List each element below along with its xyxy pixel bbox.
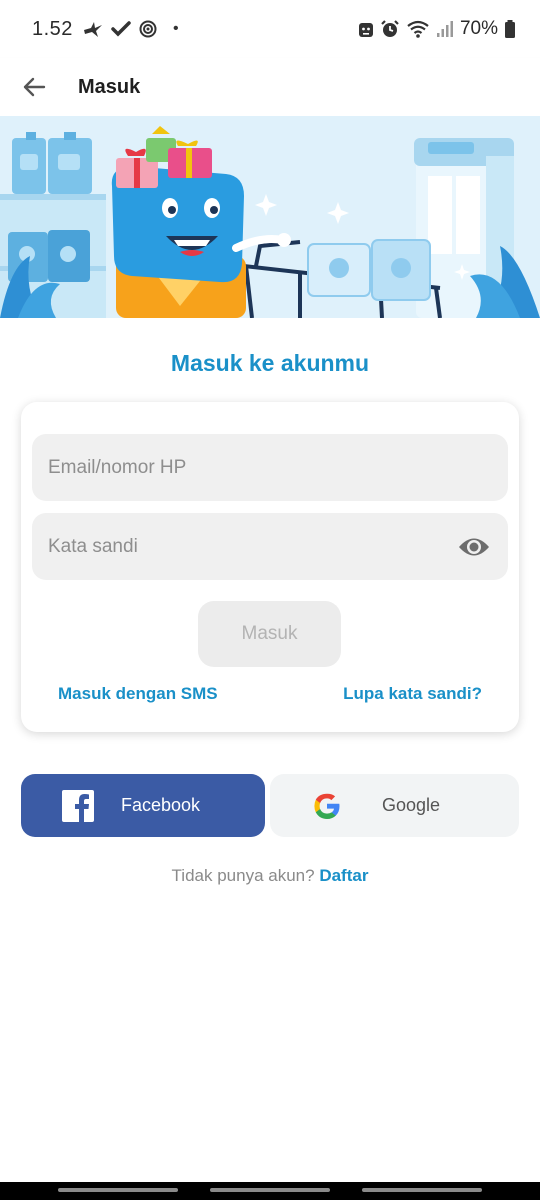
google-label: Google [382, 795, 441, 815]
facebook-icon [62, 789, 94, 822]
google-login-button[interactable]: Google [270, 774, 519, 837]
check-icon [111, 21, 131, 37]
status-time: 1.52 [32, 17, 73, 40]
android-icon [358, 23, 373, 37]
password-field-container [32, 513, 508, 580]
email-field-container [32, 434, 508, 501]
status-dot: • [172, 20, 179, 37]
alarm-icon [381, 20, 399, 37]
page-title: Masuk [78, 75, 141, 98]
login-heading: Masuk ke akunmu [170, 350, 370, 376]
facebook-label: Facebook [121, 795, 201, 815]
forgot-password-link[interactable]: Lupa kata sandi? [343, 684, 482, 704]
password-field[interactable] [48, 535, 456, 558]
login-card: Masuk Masuk dengan SMS Lupa kata sandi? [21, 402, 519, 732]
google-icon [311, 790, 343, 822]
register-link[interactable]: Daftar [319, 866, 368, 885]
status-bar: 1.52 • 70% [0, 0, 540, 58]
nav-home-handle[interactable] [210, 1188, 330, 1192]
nav-recents-handle[interactable] [58, 1188, 178, 1192]
status-system-icons: 70% [358, 18, 516, 40]
status-notification-icons: • [83, 20, 179, 38]
battery-percentage: 70% [459, 18, 498, 39]
app-bar: Masuk [0, 58, 540, 116]
arrow-left-icon [23, 77, 46, 97]
system-navigation-bar [0, 1182, 540, 1200]
bird-icon [83, 22, 102, 37]
register-prompt-text: Tidak punya akun? [171, 866, 315, 885]
login-banner-illustration [0, 116, 540, 318]
show-password-button[interactable] [456, 529, 492, 565]
target-icon [139, 20, 157, 38]
wifi-icon [407, 20, 429, 38]
battery-icon [505, 20, 515, 38]
login-with-sms-link[interactable]: Masuk dengan SMS [58, 684, 218, 704]
eye-icon [459, 538, 489, 555]
mascot-shopping-illustration [0, 126, 540, 318]
login-button[interactable]: Masuk [198, 601, 341, 667]
nav-back-handle[interactable] [362, 1188, 482, 1192]
signal-icon [436, 21, 453, 37]
email-field[interactable] [48, 456, 492, 479]
register-prompt: Tidak punya akun? Daftar [0, 866, 540, 886]
back-button[interactable] [10, 63, 58, 111]
facebook-login-button[interactable]: Facebook [21, 774, 265, 837]
